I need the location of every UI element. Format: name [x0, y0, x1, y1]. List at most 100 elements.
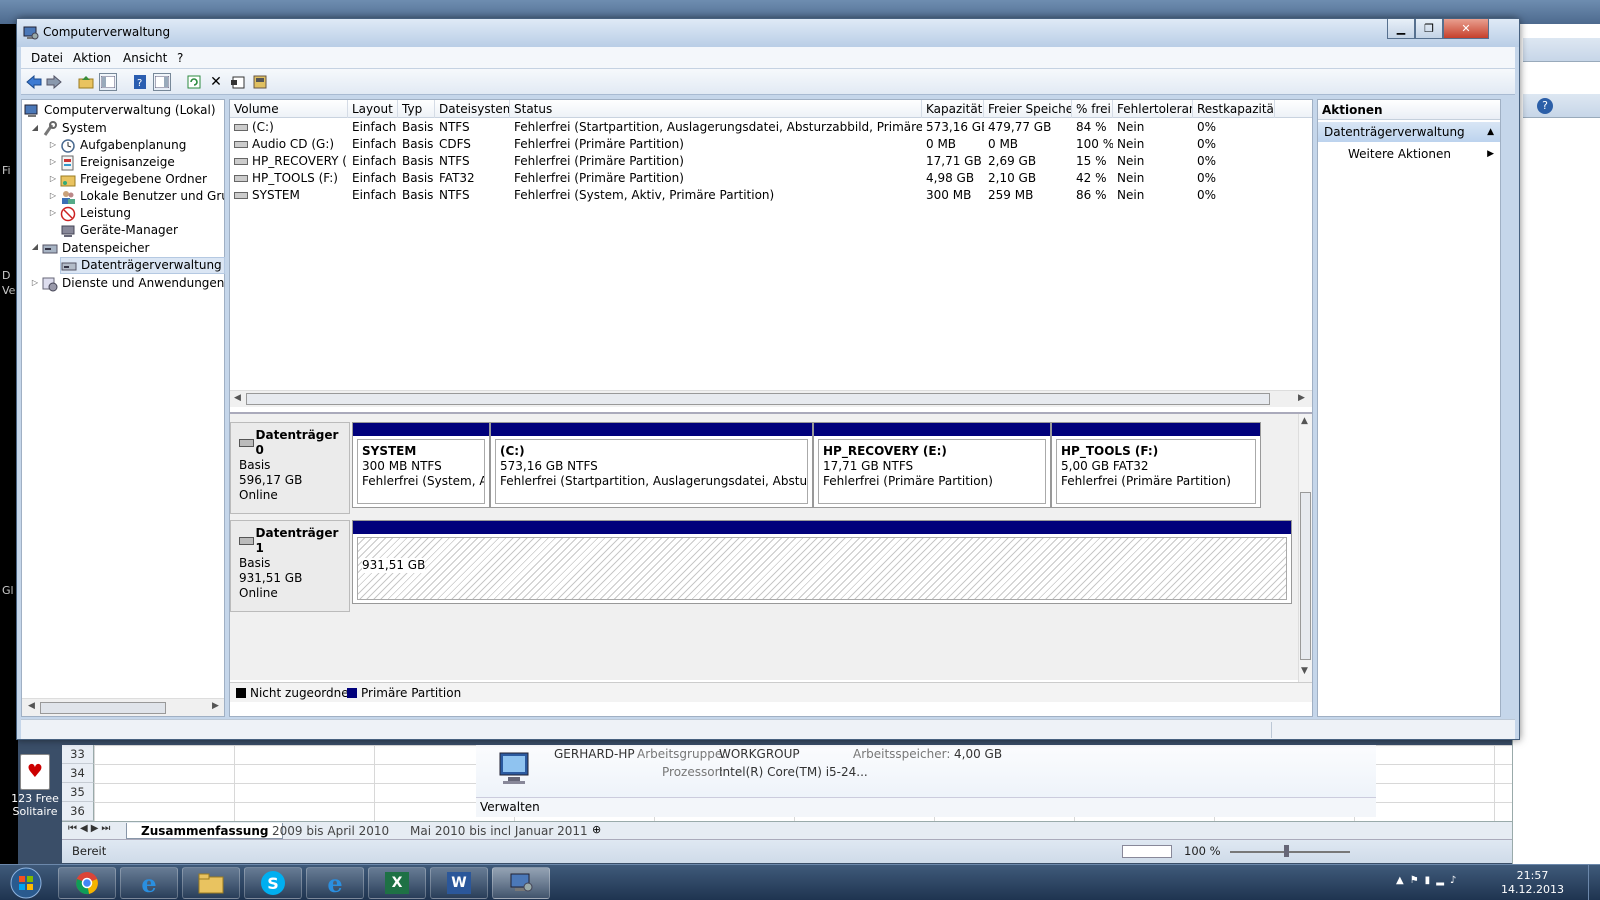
- more-actions-item[interactable]: Weitere Aktionen ▶: [1318, 144, 1500, 164]
- zoom-thumb[interactable]: [1284, 845, 1289, 857]
- volume-row[interactable]: HP_RECOVERY (E:) Einfach Basis NTFS Fehlerfr…: [230, 153, 1312, 170]
- row-header[interactable]: 35: [62, 783, 94, 802]
- graph-vscroll[interactable]: ▲ ▼: [1298, 414, 1312, 682]
- view-buttons-icon[interactable]: [1122, 845, 1172, 858]
- sheet-tab-2009[interactable]: 2009 bis April 2010: [258, 823, 403, 839]
- partition-hp-tools[interactable]: HP_TOOLS (F:) 5,00 GB FAT32 Fehlerfrei (Pr…: [1051, 422, 1261, 508]
- show-hide-tree-button[interactable]: [99, 73, 117, 91]
- scroll-left-icon[interactable]: ◀: [234, 393, 241, 403]
- start-button[interactable]: [6, 865, 46, 900]
- show-hidden-icons-icon[interactable]: ▲: [1396, 875, 1410, 886]
- collapsed-arrow-icon[interactable]: ▷: [48, 174, 58, 183]
- scroll-right-icon[interactable]: ▶: [212, 701, 219, 711]
- volume-row[interactable]: SYSTEM Einfach Basis NTFS Fehlerfrei (System…: [230, 187, 1312, 204]
- help-icon[interactable]: ?: [1537, 98, 1553, 114]
- row-header[interactable]: 33: [62, 745, 94, 764]
- minimize-button[interactable]: ▁: [1387, 19, 1415, 39]
- tree-dienste[interactable]: Dienste und Anwendungen: [42, 275, 224, 292]
- tree-item-lokale-benutzer[interactable]: Lokale Benutzer und Gruppen: [60, 188, 224, 205]
- forward-button[interactable]: [45, 73, 63, 91]
- tree-item-aufgabenplanung[interactable]: Aufgabenplanung: [60, 137, 186, 154]
- power-icon[interactable]: ▮: [1425, 875, 1437, 886]
- title-bar[interactable]: Computerverwaltung ▁ ❐ ✕: [17, 19, 1519, 47]
- tree-datenspeicher[interactable]: Datenspeicher: [42, 240, 149, 257]
- disk-0-label[interactable]: Datenträger 0 Basis 596,17 GB Online: [230, 422, 350, 514]
- scroll-right-icon[interactable]: ▶: [1298, 393, 1305, 403]
- settings-button[interactable]: [251, 73, 269, 91]
- partition-c[interactable]: (C:) 573,16 GB NTFS Fehlerfrei (Startparti…: [490, 422, 813, 508]
- row-header[interactable]: 36: [62, 802, 94, 821]
- table-hscroll-thumb[interactable]: [246, 393, 1270, 405]
- taskbar-ie[interactable]: e: [120, 867, 178, 899]
- tree-item-leistung[interactable]: Leistung: [60, 205, 131, 222]
- col-freier-speicher[interactable]: Freier Speicher: [984, 100, 1072, 118]
- col-kapazitaet[interactable]: Kapazität: [922, 100, 984, 118]
- col-typ[interactable]: Typ: [398, 100, 435, 118]
- partition-system[interactable]: SYSTEM300 MB NTFSFehlerfrei (System, Akt…: [352, 422, 490, 508]
- sheet-tab-2010[interactable]: Mai 2010 bis incl Januar 2011: [396, 823, 602, 839]
- manage-link[interactable]: Verwalten: [476, 797, 1376, 817]
- taskbar-skype[interactable]: S: [244, 867, 302, 899]
- zoom-slider[interactable]: [1230, 851, 1350, 853]
- row-header[interactable]: 34: [62, 764, 94, 783]
- col-status[interactable]: Status: [510, 100, 922, 118]
- help-button[interactable]: ?: [131, 73, 149, 91]
- flag-icon[interactable]: ⚑: [1410, 875, 1425, 886]
- partition-unallocated[interactable]: 931,51 GB: [352, 520, 1292, 604]
- collapsed-arrow-icon[interactable]: ▷: [48, 208, 58, 217]
- tree-root[interactable]: Computerverwaltung (Lokal): [24, 102, 216, 119]
- collapsed-arrow-icon[interactable]: ▷: [48, 157, 58, 166]
- properties-button[interactable]: [229, 73, 247, 91]
- taskbar-chrome[interactable]: [58, 867, 116, 899]
- col-layout[interactable]: Layout: [348, 100, 398, 118]
- menu-aktion[interactable]: Aktion: [73, 51, 111, 65]
- graph-vscroll-thumb[interactable]: [1300, 492, 1311, 660]
- tree-system[interactable]: System: [42, 120, 107, 137]
- taskbar-clock[interactable]: 21:57 14.12.2013: [1501, 869, 1564, 897]
- taskbar-ie-2[interactable]: e: [306, 867, 364, 899]
- tray-icons[interactable]: ▲⚑▮▂♪: [1396, 875, 1462, 886]
- expand-arrow-icon[interactable]: ◢: [30, 123, 40, 132]
- insert-sheet-icon[interactable]: ⊕: [592, 823, 601, 836]
- partition-hp-recovery[interactable]: HP_RECOVERY (E:) 17,71 GB NTFS Fehlerfrei …: [813, 422, 1051, 508]
- scroll-up-icon[interactable]: ▲: [1301, 416, 1308, 426]
- collapsed-arrow-icon[interactable]: ▷: [48, 140, 58, 149]
- col-restkapazitaet[interactable]: Restkapazität: [1193, 100, 1275, 118]
- disk-1-label[interactable]: Datenträger 1 Basis 931,51 GB Online: [230, 520, 350, 612]
- volume-row[interactable]: HP_TOOLS (F:) Einfach Basis FAT32 Fehlerfrei…: [230, 170, 1312, 187]
- volume-icon[interactable]: ♪: [1450, 875, 1462, 886]
- tree-hscroll[interactable]: ◀ ▶: [22, 698, 224, 716]
- menu-ansicht[interactable]: Ansicht: [123, 51, 167, 65]
- menu-datei[interactable]: Datei: [31, 51, 63, 65]
- volume-row[interactable]: Audio CD (G:) Einfach Basis CDFS Fehlerfrei …: [230, 136, 1312, 153]
- solitaire-shortcut[interactable]: ♥ 123 Free Solitaire: [10, 754, 60, 824]
- tree-item-geraete-manager[interactable]: Geräte-Manager: [60, 222, 178, 239]
- table-hscroll[interactable]: ◀ ▶: [230, 390, 1312, 407]
- delete-button[interactable]: ✕: [207, 73, 225, 91]
- col-dateisystem[interactable]: Dateisystem: [435, 100, 510, 118]
- actions-section-datentraeger[interactable]: Datenträgerverwaltung ▲: [1318, 122, 1500, 142]
- back-button[interactable]: [25, 73, 43, 91]
- tree-item-ereignisanzeige[interactable]: Ereignisanzeige: [60, 154, 175, 171]
- network-icon[interactable]: ▂: [1436, 875, 1450, 886]
- tree-hscroll-thumb[interactable]: [40, 702, 166, 714]
- close-button[interactable]: ✕: [1443, 19, 1489, 39]
- collapsed-arrow-icon[interactable]: ▷: [30, 278, 40, 287]
- sheet-nav-arrows-icon[interactable]: ⏮◀▶⏭: [68, 823, 113, 834]
- menu-help[interactable]: ?: [177, 51, 183, 65]
- taskbar-explorer[interactable]: [182, 867, 240, 899]
- taskbar-excel[interactable]: X: [368, 867, 426, 899]
- maximize-button[interactable]: ❐: [1415, 19, 1443, 39]
- show-desktop-button[interactable]: [1588, 865, 1600, 900]
- scroll-down-icon[interactable]: ▼: [1301, 666, 1308, 676]
- tree-item-datentraegerverwaltung[interactable]: Datenträgerverwaltung: [60, 257, 225, 274]
- collapsed-arrow-icon[interactable]: ▷: [48, 191, 58, 200]
- tree-item-freigegebene-ordner[interactable]: Freigegebene Ordner: [60, 171, 207, 188]
- expand-arrow-icon[interactable]: ◢: [30, 242, 40, 251]
- collapse-up-icon[interactable]: ▲: [1487, 122, 1494, 142]
- col-prozent-frei[interactable]: % frei: [1072, 100, 1113, 118]
- show-hide-actions-button[interactable]: [153, 73, 171, 91]
- taskbar-word[interactable]: W: [430, 867, 488, 899]
- up-folder-button[interactable]: [77, 73, 95, 91]
- volume-row[interactable]: (C:) Einfach Basis NTFS Fehlerfrei (Startpar…: [230, 119, 1312, 136]
